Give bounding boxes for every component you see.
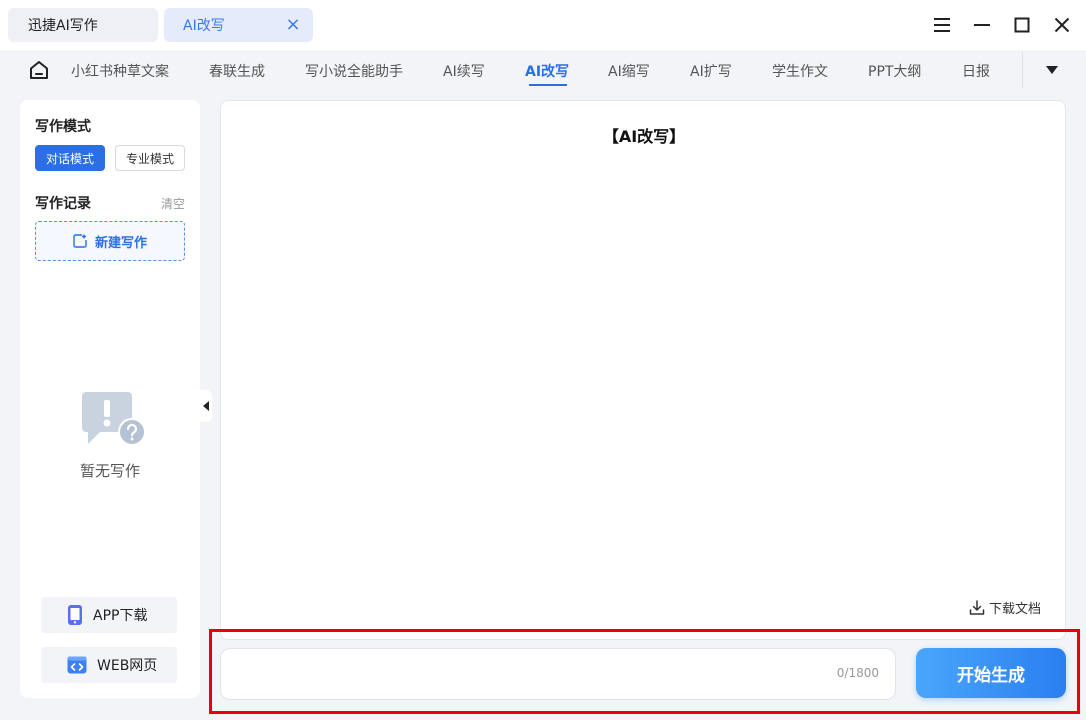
app-download-label: APP下载 <box>93 608 148 624</box>
tab-xunjie-ai-writing[interactable]: 迅捷AI写作 <box>8 8 158 42</box>
clear-records-link[interactable]: 清空 <box>161 195 185 212</box>
menu-icon[interactable] <box>930 13 954 37</box>
sidebar: 写作模式 对话模式 专业模式 写作记录 清空 新建写作 暂无写作 APP下载 W… <box>20 100 200 698</box>
tab-label: AI改写 <box>183 18 225 34</box>
tab-label: 迅捷AI写作 <box>28 18 98 34</box>
nav-item-novel-assistant[interactable]: 写小说全能助手 <box>305 61 403 81</box>
nav-item-ai-rewrite[interactable]: AI改写 <box>525 61 569 81</box>
nav-item-student-essay[interactable]: 学生作文 <box>772 61 828 81</box>
pro-mode-button[interactable]: 专业模式 <box>115 145 185 171</box>
nav-divider <box>1022 52 1023 88</box>
nav-item-spring-couplets[interactable]: 春联生成 <box>209 61 265 81</box>
collapse-sidebar-handle[interactable] <box>200 390 212 422</box>
empty-state-text: 暂无写作 <box>79 462 140 480</box>
home-icon[interactable] <box>28 59 50 81</box>
app-download-button[interactable]: APP下载 <box>41 597 177 633</box>
writing-mode-title: 写作模式 <box>35 119 91 135</box>
new-document-icon <box>73 234 87 248</box>
maximize-icon[interactable] <box>1010 13 1034 37</box>
new-writing-label: 新建写作 <box>94 235 147 251</box>
web-code-icon <box>67 656 87 674</box>
prompt-input[interactable] <box>235 659 815 689</box>
download-label: 下载文档 <box>989 602 1042 617</box>
feature-nav: 小红书种草文案 春联生成 写小说全能助手 AI续写 AI改写 AI缩写 AI扩写… <box>0 50 1086 90</box>
chat-mode-button[interactable]: 对话模式 <box>35 145 105 171</box>
window-close-icon[interactable] <box>1050 13 1074 37</box>
document-title: 【AI改写】 <box>602 127 686 146</box>
prompt-input-box: 0/1800 <box>220 648 896 700</box>
download-document-button[interactable]: 下载文档 <box>969 598 1041 617</box>
nav-item-ai-continue[interactable]: AI续写 <box>443 61 485 81</box>
web-page-label: WEB网页 <box>97 658 158 674</box>
nav-item-ppt-outline[interactable]: PPT大纲 <box>868 61 921 81</box>
active-tab-indicator <box>529 84 567 86</box>
nav-item-xiaohongshu[interactable]: 小红书种草文案 <box>71 61 169 81</box>
title-bar: 迅捷AI写作 AI改写 × <box>0 0 1086 50</box>
nav-item-daily-report[interactable]: 日报 <box>962 61 990 81</box>
start-generate-button[interactable]: 开始生成 <box>916 648 1066 698</box>
download-icon <box>969 599 985 615</box>
minimize-icon[interactable] <box>970 13 994 37</box>
new-writing-button[interactable]: 新建写作 <box>35 221 185 261</box>
web-page-button[interactable]: WEB网页 <box>41 647 177 683</box>
empty-state-icon <box>80 390 146 448</box>
character-counter: 0/1800 <box>836 666 879 680</box>
nav-item-ai-abbreviate[interactable]: AI缩写 <box>608 61 650 81</box>
dropdown-arrow-icon[interactable] <box>1046 66 1058 74</box>
phone-icon <box>68 605 82 625</box>
nav-item-ai-expand[interactable]: AI扩写 <box>690 61 732 81</box>
tab-ai-rewrite[interactable]: AI改写 × <box>164 8 313 42</box>
writing-record-title: 写作记录 <box>35 196 91 212</box>
document-panel: 【AI改写】 下载文档 <box>220 100 1066 640</box>
close-icon[interactable]: × <box>285 16 301 34</box>
